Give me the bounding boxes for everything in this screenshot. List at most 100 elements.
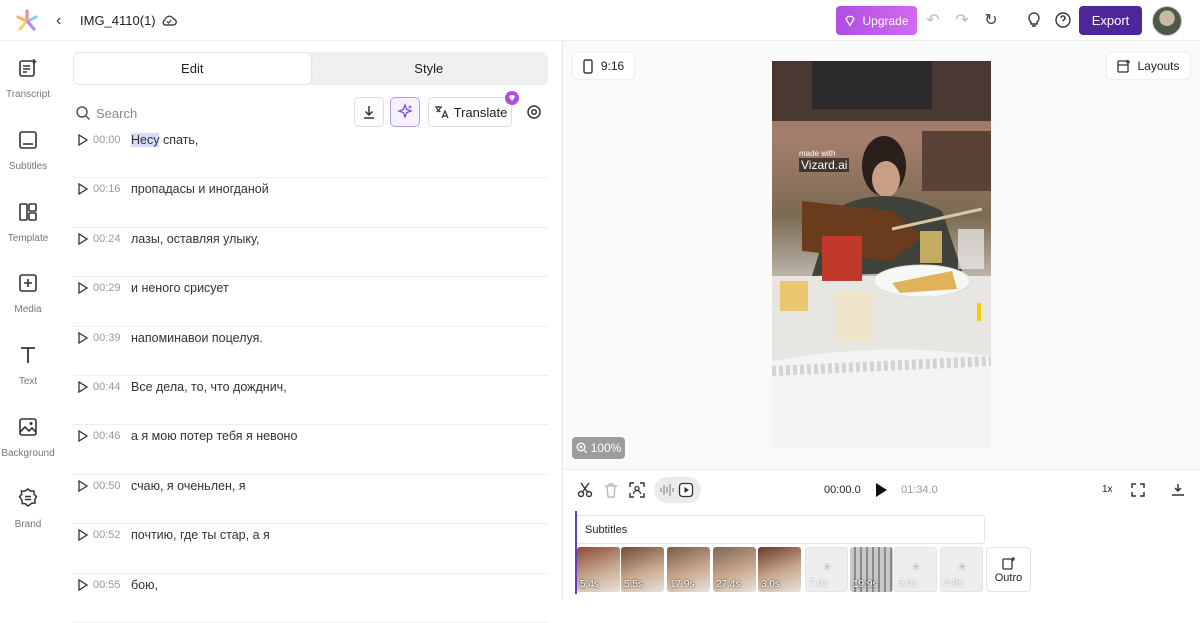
play-segment-icon[interactable]	[77, 430, 89, 443]
play-segment-icon[interactable]	[77, 232, 89, 245]
reset-icon[interactable]: ↻	[981, 10, 1001, 30]
tab-style[interactable]: Style	[311, 53, 548, 84]
clip-duration: 3.0s	[761, 579, 780, 590]
playback-speed[interactable]: 1x	[1102, 484, 1113, 495]
top-bar: ‹ IMG_4110(1) Upgrade ↶ ↷ ↻ Export	[0, 0, 1200, 41]
transcript-row[interactable]: 00:46 а я мою потер тебя я невоно	[73, 425, 548, 475]
audio-video-toggle[interactable]	[654, 477, 701, 503]
aspect-ratio-button[interactable]: 9:16	[572, 52, 635, 80]
segment-text[interactable]: почтию, где ты стар, а я	[131, 528, 270, 542]
trash-icon[interactable]	[602, 481, 620, 499]
segment-text[interactable]: пропадасы и иногданой	[131, 182, 269, 196]
play-icon[interactable]	[874, 482, 888, 498]
face-tracking-icon[interactable]	[628, 481, 646, 499]
segment-text[interactable]: Несу спать,	[131, 133, 198, 147]
sidebar-item-subtitles[interactable]: Subtitles	[0, 129, 56, 189]
sidebar-item-transcript[interactable]: Transcript	[0, 57, 56, 117]
play-segment-icon[interactable]	[77, 331, 89, 344]
cloud-sync-icon[interactable]	[160, 11, 178, 29]
subtitles-track[interactable]: Subtitles	[576, 515, 985, 544]
loading-icon: ✳	[911, 560, 922, 574]
tab-edit[interactable]: Edit	[74, 53, 311, 84]
play-segment-icon[interactable]	[77, 282, 89, 295]
help-icon[interactable]	[1053, 10, 1073, 30]
settings-icon	[527, 105, 541, 119]
transcript-row[interactable]: 00:44 Все дела, то, что дожднич,	[73, 376, 548, 426]
clip-duration: 4.9s	[944, 578, 963, 589]
premium-gem-icon	[505, 91, 519, 105]
outro-button[interactable]: Outro	[986, 547, 1031, 592]
sidebar-item-media[interactable]: Media	[0, 272, 56, 332]
timeline-clip[interactable]: 19.9s	[850, 547, 893, 592]
segment-text-content: и неного срисует	[131, 281, 229, 296]
timeline-clip[interactable]: ✳ 7.0s	[805, 547, 848, 592]
timeline-clip[interactable]: 17.9s	[667, 547, 710, 592]
back-arrow-icon[interactable]: ‹	[56, 12, 61, 30]
sidebar-item-template[interactable]: Template	[0, 201, 56, 261]
scissors-icon[interactable]	[576, 481, 594, 499]
play-segment-icon[interactable]	[77, 529, 89, 542]
translate-label: Translate	[453, 104, 508, 120]
segment-timestamp: 00:50	[93, 479, 121, 492]
app-logo-icon[interactable]	[14, 8, 40, 34]
sidebar-item-brand[interactable]: Brand	[0, 487, 56, 547]
segment-text[interactable]: счаю, я оченьлен, я	[131, 479, 246, 493]
segment-timestamp: 00:52	[93, 529, 121, 542]
timeline-clip[interactable]: 27.4s	[713, 547, 756, 592]
segment-text-content: счаю, я оченьлен, я	[131, 478, 246, 493]
timeline-clip[interactable]: ✳ 4.9s	[940, 547, 983, 592]
outro-label: Outro	[994, 571, 1023, 584]
sidebar-item-background[interactable]: Background	[0, 416, 56, 476]
redo-icon[interactable]: ↷	[952, 10, 972, 30]
settings-button[interactable]	[519, 97, 549, 127]
upgrade-button[interactable]: Upgrade	[836, 6, 917, 35]
timeline-clip[interactable]: 5.5s	[621, 547, 664, 592]
project-title[interactable]: IMG_4110(1)	[80, 13, 156, 28]
segment-text[interactable]: бою,	[131, 578, 158, 592]
play-segment-icon[interactable]	[77, 479, 89, 492]
export-button[interactable]: Export	[1079, 6, 1142, 35]
zoom-button[interactable]: 100%	[572, 437, 625, 459]
sidebar-item-text[interactable]: Text	[0, 344, 56, 404]
timeline-clip[interactable]: 5.4s	[577, 547, 620, 592]
brand-icon	[18, 488, 38, 507]
transcript-row[interactable]: 00:00 Несу спать,	[73, 129, 548, 179]
transcript-row[interactable]: 00:55 бою,	[73, 574, 548, 623]
ai-sparkle-button[interactable]	[390, 97, 420, 127]
play-segment-icon[interactable]	[77, 183, 89, 196]
layouts-button[interactable]: Layouts	[1106, 52, 1191, 80]
clip-duration: 5.5s	[624, 579, 643, 590]
transcript-row[interactable]: 00:29 и неного срисует	[73, 277, 548, 327]
lightbulb-icon[interactable]	[1024, 10, 1044, 30]
collapse-timeline-icon[interactable]	[1169, 481, 1187, 499]
segment-text[interactable]: а я мою потер тебя я невоно	[131, 429, 297, 443]
transcript-row[interactable]: 00:39 напоминавои поцелуя.	[73, 327, 548, 376]
segment-text[interactable]: и неного срисует	[131, 281, 229, 295]
segment-text[interactable]: лазы, оставляя улыку,	[131, 232, 260, 246]
play-segment-icon[interactable]	[77, 134, 89, 146]
timeline-clip[interactable]: ✳ 3.0s	[894, 547, 937, 592]
clip-duration: 27.4s	[716, 579, 741, 590]
segment-timestamp: 00:46	[93, 430, 121, 443]
play-segment-icon[interactable]	[77, 578, 89, 591]
play-segment-icon[interactable]	[77, 380, 89, 393]
segment-timestamp: 00:16	[93, 183, 121, 196]
translate-button[interactable]: Translate	[428, 97, 512, 127]
transcript-row[interactable]: 00:52 почтию, где ты стар, а я	[73, 524, 548, 574]
undo-icon[interactable]: ↶	[923, 10, 943, 30]
playhead[interactable]	[575, 511, 577, 594]
search-input[interactable]	[96, 101, 296, 125]
transcript-row[interactable]: 00:50 счаю, я оченьлен, я	[73, 475, 548, 525]
download-button[interactable]	[354, 97, 384, 127]
transcript-panel: Edit Style Translate 00:00Несу спать,00:…	[56, 41, 562, 623]
segment-text[interactable]: Все дела, то, что дожднич,	[131, 380, 287, 394]
segment-text[interactable]: напоминавои поцелуя.	[131, 331, 263, 345]
video-frame[interactable]: made with Vizard.ai	[772, 61, 991, 449]
video-preview-area: 9:16 Layouts made with Vizard.ai 100%	[563, 41, 1200, 469]
transcript-row[interactable]: 00:16 пропадасы и иногданой	[73, 178, 548, 228]
segment-text-content: напоминавои поцелуя.	[131, 330, 263, 345]
transcript-row[interactable]: 00:24 лазы, оставляя улыку,	[73, 228, 548, 278]
timeline-clip[interactable]: 3.0s	[758, 547, 801, 592]
fullscreen-icon[interactable]	[1129, 481, 1147, 499]
user-avatar[interactable]	[1152, 6, 1182, 36]
